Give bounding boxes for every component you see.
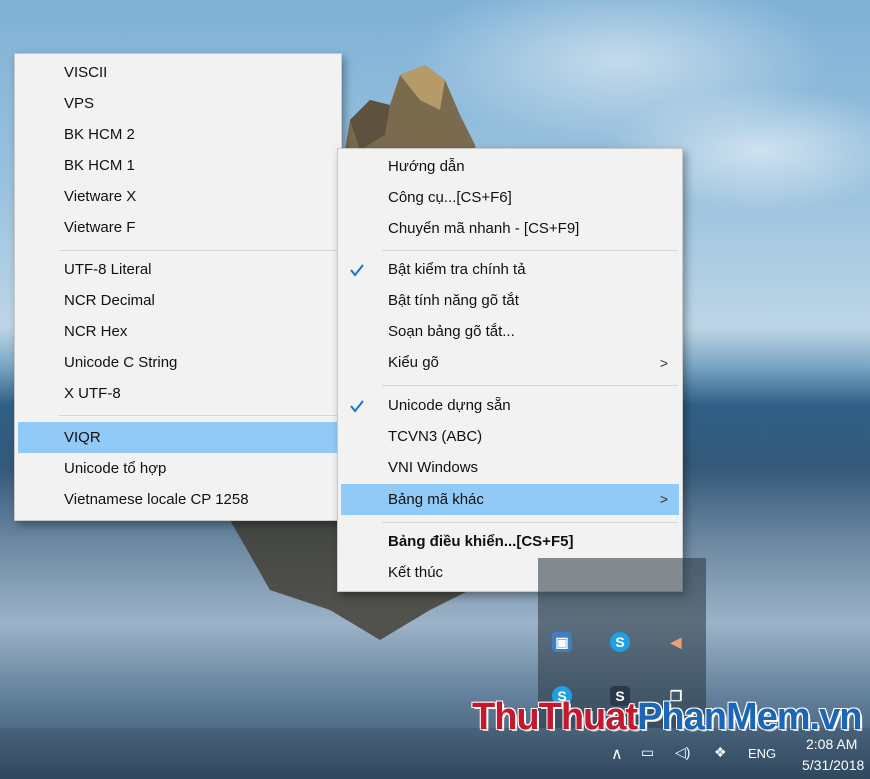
app-icon[interactable]: ▣: [552, 632, 572, 652]
menu-item-vietware-f[interactable]: Vietware F: [15, 213, 341, 243]
unikey-context-menu: Hướng dẫn Công cụ...[CS+F6] Chuyển mã nh…: [337, 148, 683, 592]
language-indicator[interactable]: ENG: [748, 746, 776, 761]
show-hidden-icons-chevron[interactable]: ∧: [611, 744, 623, 764]
menu-separator: [382, 522, 678, 523]
menu-item-soan-bang-go-tat[interactable]: Soạn bảng gõ tắt...: [338, 317, 682, 347]
menu-item-bang-ma-khac[interactable]: Bảng mã khác >: [341, 484, 679, 515]
menu-item-vni-windows[interactable]: VNI Windows: [338, 453, 682, 483]
menu-item-chuyen-ma-nhanh[interactable]: Chuyển mã nhanh - [CS+F9]: [338, 214, 682, 244]
menu-item-bang-dieu-khien[interactable]: Bảng điều khiển...[CS+F5]: [338, 527, 682, 557]
checkmark-icon: [350, 400, 364, 413]
menu-item-viqr[interactable]: VIQR: [18, 422, 338, 453]
menu-item-unicode-to-hop[interactable]: Unicode tổ hợp: [15, 454, 341, 484]
dropbox-icon[interactable]: ❖: [714, 744, 727, 761]
menu-item-kieu-go[interactable]: Kiểu gõ >: [338, 348, 682, 378]
menu-item-vietnamese-locale-cp-1258[interactable]: Vietnamese locale CP 1258: [15, 485, 341, 515]
menu-item-bk-hcm-1[interactable]: BK HCM 1: [15, 151, 341, 181]
menu-separator: [382, 250, 678, 251]
menu-separator: [59, 415, 337, 416]
menu-item-viscii[interactable]: VISCII: [15, 58, 341, 88]
menu-item-x-utf8[interactable]: X UTF-8: [15, 379, 341, 409]
menu-item-huong-dan[interactable]: Hướng dẫn: [338, 152, 682, 182]
menu-separator: [59, 250, 337, 251]
menu-item-unicode-dung-san[interactable]: Unicode dựng sẵn: [338, 391, 682, 421]
menu-item-tcvn3[interactable]: TCVN3 (ABC): [338, 422, 682, 452]
menu-item-cong-cu[interactable]: Công cụ...[CS+F6]: [338, 183, 682, 213]
submenu-chevron-icon: >: [659, 491, 668, 507]
menu-item-ncr-hex[interactable]: NCR Hex: [15, 317, 341, 347]
network-icon[interactable]: ▭: [641, 744, 654, 761]
skype-icon[interactable]: S: [610, 632, 630, 652]
menu-item-vietware-x[interactable]: Vietware X: [15, 182, 341, 212]
menu-item-unicode-c-string[interactable]: Unicode C String: [15, 348, 341, 378]
menu-item-bk-hcm-2[interactable]: BK HCM 2: [15, 120, 341, 150]
clock-date[interactable]: 5/31/2018: [802, 757, 864, 773]
checkmark-icon: [350, 264, 364, 277]
menu-item-bat-kiem-tra-chinh-ta[interactable]: Bật kiểm tra chính tả: [338, 255, 682, 285]
menu-item-utf8-literal[interactable]: UTF-8 Literal: [15, 255, 341, 285]
speaker-icon[interactable]: ◀: [666, 632, 686, 652]
volume-icon[interactable]: ◁): [675, 744, 690, 761]
menu-separator: [382, 385, 678, 386]
submenu-chevron-icon: >: [659, 355, 668, 371]
encoding-submenu: VISCII VPS BK HCM 2 BK HCM 1 Vietware X …: [14, 53, 342, 521]
menu-item-vps[interactable]: VPS: [15, 89, 341, 119]
menu-item-ncr-decimal[interactable]: NCR Decimal: [15, 286, 341, 316]
taskbar: ∧ ▭ ◁) ❖ ENG 2:08 AM 5/31/2018: [0, 728, 870, 779]
menu-item-bat-tinh-nang-go-tat[interactable]: Bật tính năng gõ tắt: [338, 286, 682, 316]
clock-time[interactable]: 2:08 AM: [806, 736, 857, 752]
